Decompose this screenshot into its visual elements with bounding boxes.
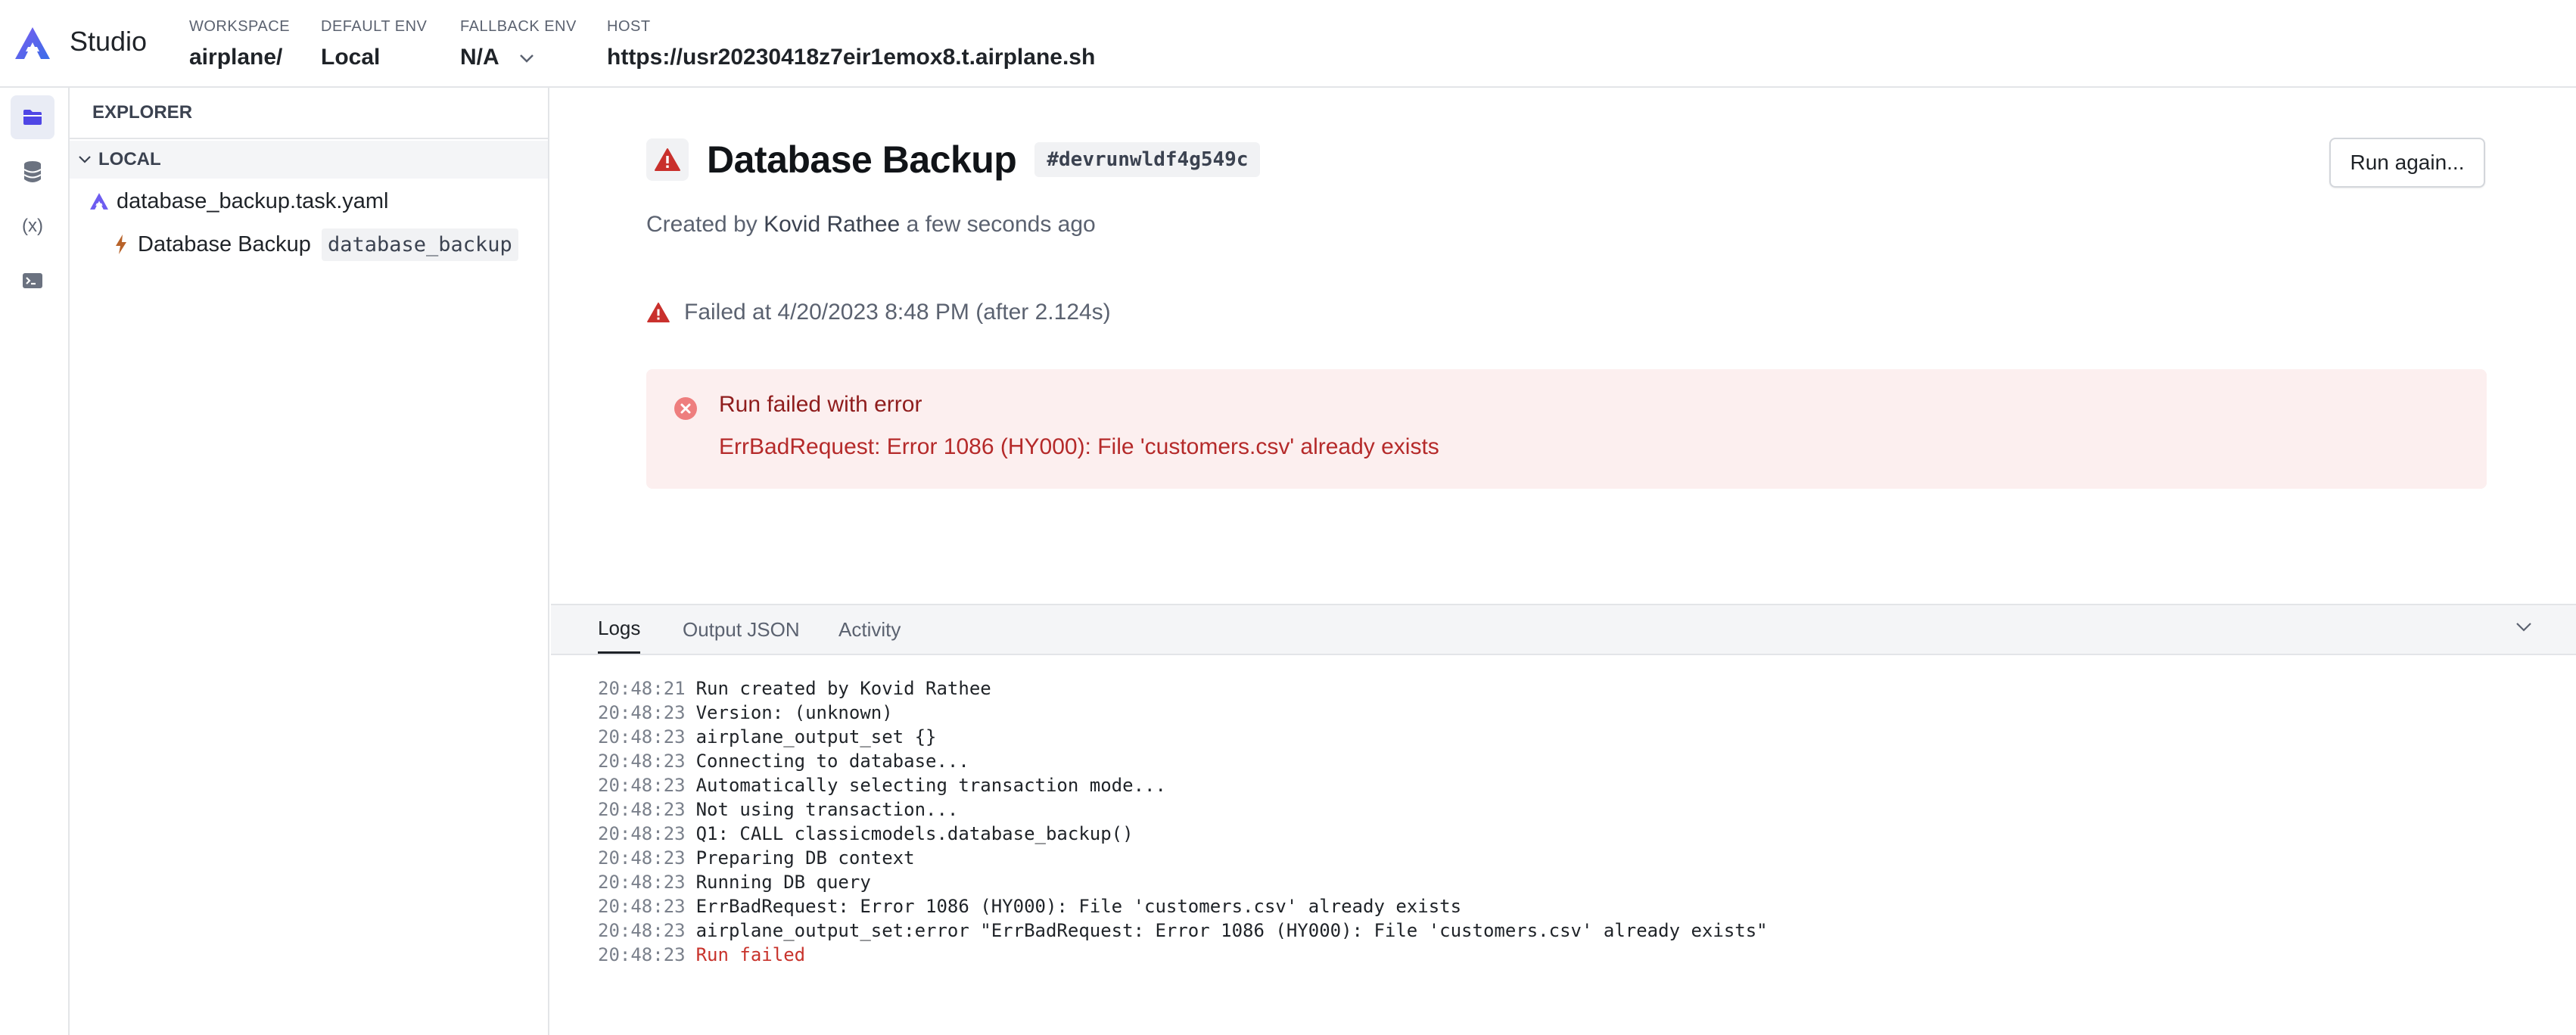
error-message: ErrBadRequest: Error 1086 (HY000): File …: [719, 434, 1439, 459]
failed-status-line: Failed at 4/20/2023 8:48 PM (after 2.124…: [646, 300, 1111, 325]
log-message: airplane_output_set:error "ErrBadRequest…: [695, 920, 1768, 941]
chevron-down-icon[interactable]: [518, 53, 535, 64]
run-detail: Database Backup #devrunwldf4g549c Run ag…: [551, 88, 2576, 604]
tab-output-json[interactable]: Output JSON: [683, 605, 800, 654]
log-message: Preparing DB context: [695, 847, 915, 869]
log-line: 20:48:23 Preparing DB context: [598, 847, 915, 869]
output-tabs: Logs Output JSON Activity: [551, 604, 2576, 655]
rail-explorer-button[interactable]: [11, 95, 54, 139]
log-line: 20:48:23 ErrBadRequest: Error 1086 (HY000…: [598, 896, 1461, 917]
host-value: https://usr20230418z7eir1emox8.t.airplan…: [607, 45, 1096, 70]
chevron-down-icon: [79, 156, 91, 163]
log-time: 20:48:23: [598, 775, 686, 796]
created-by-user[interactable]: Kovid Rathee: [764, 212, 900, 237]
airplane-file-icon: [90, 193, 108, 210]
host-label: HOST: [607, 18, 651, 35]
log-line: 20:48:23 airplane_output_set:error "ErrBa…: [598, 920, 1768, 941]
tab-activity[interactable]: Activity: [838, 605, 901, 654]
default-env-value: Local: [321, 45, 381, 70]
workspace-label: WORKSPACE: [189, 18, 291, 35]
log-time: 20:48:23: [598, 944, 686, 965]
log-message: Run created by Kovid Rathee: [695, 678, 991, 699]
log-message: Q1: CALL classicmodels.database_backup(): [695, 823, 1134, 844]
error-circle-icon: [674, 397, 697, 420]
log-line: 20:48:23 Run failed: [598, 944, 805, 965]
rail-terminal-button[interactable]: [11, 259, 54, 303]
explorer-heading: EXPLORER: [70, 88, 548, 139]
local-section-label: LOCAL: [98, 149, 161, 169]
run-id-badge[interactable]: #devrunwldf4g549c: [1034, 142, 1261, 177]
failed-at-text: Failed at 4/20/2023 8:48 PM (after 2.124…: [684, 300, 1111, 325]
tab-logs[interactable]: Logs: [598, 605, 641, 654]
error-alert: Run failed with error ErrBadRequest: Err…: [646, 369, 2487, 489]
local-section-toggle[interactable]: LOCAL: [70, 141, 548, 179]
log-line: 20:48:23 Connecting to database...: [598, 751, 969, 772]
task-tree-item[interactable]: Database Backup database_backup: [114, 222, 518, 266]
log-line: 20:48:23 Version: (unknown): [598, 702, 893, 723]
log-message: airplane_output_set {}: [695, 726, 937, 748]
workspace-value: airplane/: [189, 45, 283, 70]
log-message: Running DB query: [695, 872, 871, 893]
log-time: 20:48:21: [598, 678, 686, 699]
workspace-selector[interactable]: WORKSPACE airplane/: [189, 18, 290, 70]
brand-name: Studio: [70, 26, 148, 57]
terminal-icon: [23, 273, 42, 288]
log-time: 20:48:23: [598, 847, 686, 869]
explorer-panel: EXPLORER LOCAL database_backup.task.yaml…: [70, 88, 549, 1035]
log-message: ErrBadRequest: Error 1086 (HY000): File …: [695, 896, 1462, 917]
log-message: Connecting to database...: [695, 751, 969, 772]
log-message-failed: Run failed: [695, 944, 806, 965]
log-time: 20:48:23: [598, 726, 686, 748]
log-line: 20:48:23 airplane_output_set {}: [598, 726, 936, 748]
activity-rail: (x): [0, 88, 70, 1035]
database-icon: [23, 161, 42, 182]
warning-icon: [655, 148, 680, 171]
airplane-logo-icon[interactable]: [14, 26, 51, 61]
rail-variables-button[interactable]: (x): [11, 204, 54, 248]
file-name: database_backup.task.yaml: [117, 188, 389, 213]
error-title: Run failed with error: [719, 392, 922, 417]
fallback-env-label: FALLBACK ENV: [460, 18, 577, 35]
log-message: Version: (unknown): [695, 702, 893, 723]
page-title: Database Backup: [707, 138, 1017, 181]
log-time: 20:48:23: [598, 872, 686, 893]
lightning-icon: [116, 235, 126, 254]
log-line: 20:48:23 Running DB query: [598, 872, 871, 893]
default-env-label: DEFAULT ENV: [321, 18, 428, 35]
fallback-env-selector[interactable]: FALLBACK ENV N/A: [460, 18, 577, 70]
host-info: HOST https://usr20230418z7eir1emox8.t.ai…: [607, 18, 1095, 70]
log-message: Not using transaction...: [695, 799, 959, 820]
log-output: 20:48:21 Run created by Kovid Rathee 20:4…: [551, 655, 2576, 1035]
log-line: 20:48:21 Run created by Kovid Rathee: [598, 678, 991, 699]
variables-icon: (x): [22, 216, 43, 236]
log-time: 20:48:23: [598, 920, 686, 941]
log-time: 20:48:23: [598, 799, 686, 820]
fallback-env-value: N/A: [460, 45, 499, 70]
log-time: 20:48:23: [598, 702, 686, 723]
run-header: Database Backup #devrunwldf4g549c: [646, 138, 1261, 182]
log-message: Automatically selecting transaction mode…: [695, 775, 1166, 796]
file-tree-item[interactable]: database_backup.task.yaml: [89, 182, 389, 221]
log-time: 20:48:23: [598, 751, 686, 772]
warning-icon: [647, 302, 670, 323]
log-line: 20:48:23 Automatically selecting transact…: [598, 775, 1166, 796]
task-slug: database_backup: [321, 228, 518, 261]
log-time: 20:48:23: [598, 896, 686, 917]
log-line: 20:48:23 Not using transaction...: [598, 799, 958, 820]
folder-icon: [23, 110, 42, 125]
fallback-env-row: N/A: [460, 45, 577, 70]
chevron-down-icon[interactable]: [2514, 620, 2534, 634]
run-status-badge: [646, 138, 689, 181]
created-prefix: Created by: [646, 212, 758, 237]
run-again-button[interactable]: Run again...: [2329, 138, 2485, 188]
task-name: Database Backup: [138, 232, 311, 256]
created-by-line: Created by Kovid Rathee a few seconds ag…: [646, 212, 1096, 238]
top-bar: Studio WORKSPACE airplane/ DEFAULT ENV L…: [0, 0, 2576, 88]
log-time: 20:48:23: [598, 823, 686, 844]
default-env-selector[interactable]: DEFAULT ENV Local: [321, 18, 427, 70]
rail-database-button[interactable]: [11, 150, 54, 194]
created-suffix: a few seconds ago: [906, 212, 1096, 237]
log-line: 20:48:23 Q1: CALL classicmodels.database_…: [598, 823, 1134, 844]
